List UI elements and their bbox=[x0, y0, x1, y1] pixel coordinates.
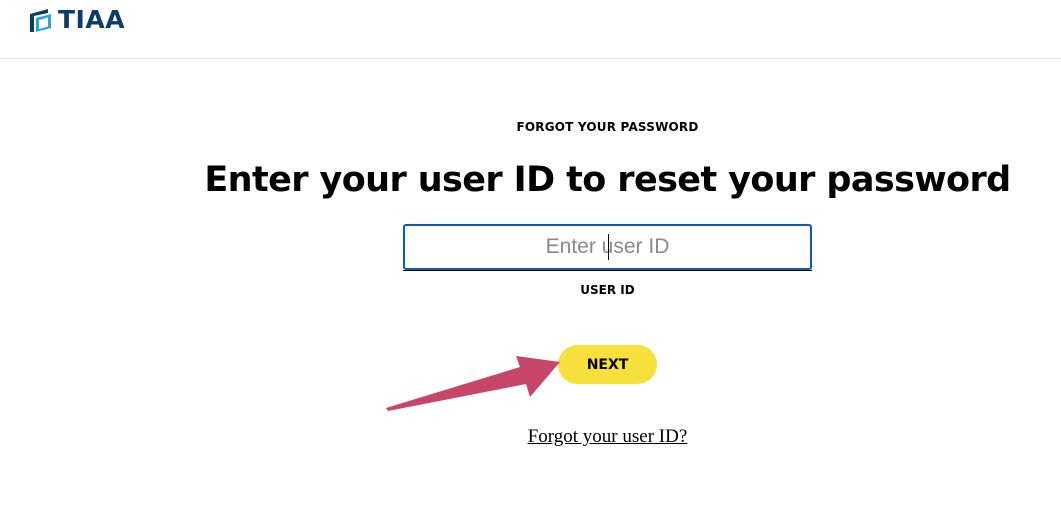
user-id-field bbox=[403, 224, 812, 271]
arrow-icon bbox=[386, 356, 560, 411]
user-id-label: USER ID bbox=[580, 283, 635, 297]
next-button[interactable]: NEXT bbox=[558, 345, 657, 384]
site-header: TIAA bbox=[0, 0, 1061, 59]
page-title: Enter your user ID to reset your passwor… bbox=[204, 160, 1011, 200]
tiaa-logo[interactable]: TIAA bbox=[28, 6, 125, 34]
forgot-user-id-link-text[interactable]: Forgot your user ID? bbox=[528, 426, 688, 447]
logo-text: TIAA bbox=[58, 5, 126, 34]
text-cursor bbox=[608, 234, 609, 260]
tiaa-logo-icon bbox=[30, 8, 51, 32]
page-eyebrow: FORGOT YOUR PASSWORD bbox=[516, 120, 699, 134]
forgot-user-id-link: Forgot your user ID? bbox=[0, 426, 1061, 448]
